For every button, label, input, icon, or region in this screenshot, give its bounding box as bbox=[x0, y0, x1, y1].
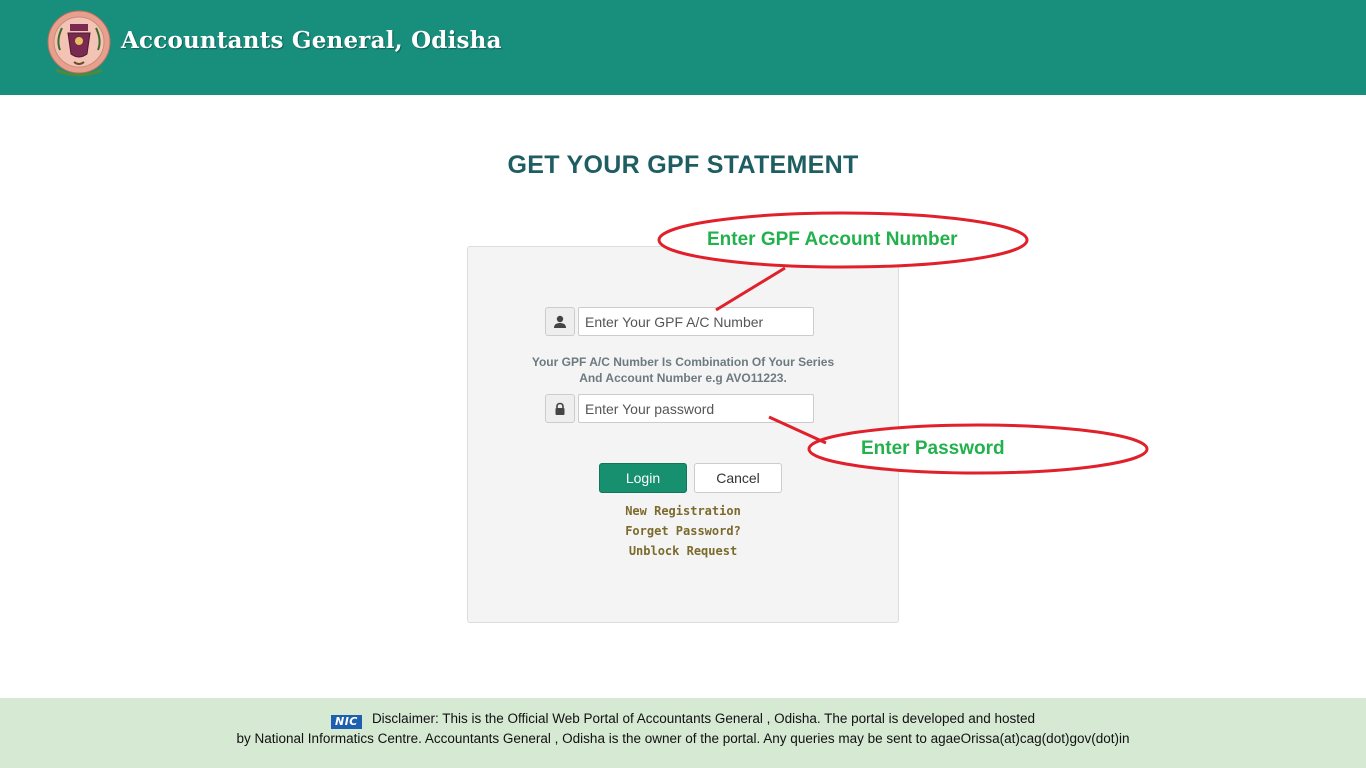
gpf-account-input[interactable] bbox=[578, 307, 814, 336]
footer-disclaimer: NIC Disclaimer: This is the Official Web … bbox=[0, 709, 1366, 749]
nic-logo-icon: NIC bbox=[330, 715, 362, 729]
cancel-button[interactable]: Cancel bbox=[694, 463, 782, 493]
user-icon-addon bbox=[545, 307, 575, 336]
login-panel bbox=[467, 246, 899, 623]
hint-line-1: Your GPF A/C Number Is Combination Of Yo… bbox=[531, 355, 835, 369]
login-button[interactable]: Login bbox=[599, 463, 687, 493]
new-registration-link[interactable]: New Registration bbox=[0, 504, 1366, 518]
unblock-request-link[interactable]: Unblock Request bbox=[0, 544, 1366, 558]
site-title: Accountants General, Odisha bbox=[121, 27, 502, 54]
user-icon bbox=[554, 315, 566, 328]
footer-line-1: Disclaimer: This is the Official Web Por… bbox=[371, 711, 1036, 726]
footer-line-2: by National Informatics Centre. Accounta… bbox=[236, 731, 1130, 746]
hint-line-2: And Account Number e.g AVO11223. bbox=[579, 371, 787, 385]
site-header: Accountants General, Odisha bbox=[0, 0, 1366, 95]
lock-icon bbox=[555, 402, 565, 415]
page-title: GET YOUR GPF STATEMENT bbox=[507, 151, 859, 179]
page: Accountants General, Odisha GET YOUR GPF… bbox=[0, 0, 1366, 768]
forget-password-link[interactable]: Forget Password? bbox=[0, 524, 1366, 538]
lock-icon-addon bbox=[545, 394, 575, 423]
account-hint: Your GPF A/C Number Is Combination Of Yo… bbox=[0, 354, 1366, 386]
site-footer: NIC Disclaimer: This is the Official Web … bbox=[0, 698, 1366, 768]
account-callout-text: Enter GPF Account Number bbox=[707, 229, 958, 250]
password-input[interactable] bbox=[578, 394, 814, 423]
password-callout-text: Enter Password bbox=[861, 438, 1005, 459]
emblem-seal-icon bbox=[47, 10, 111, 77]
